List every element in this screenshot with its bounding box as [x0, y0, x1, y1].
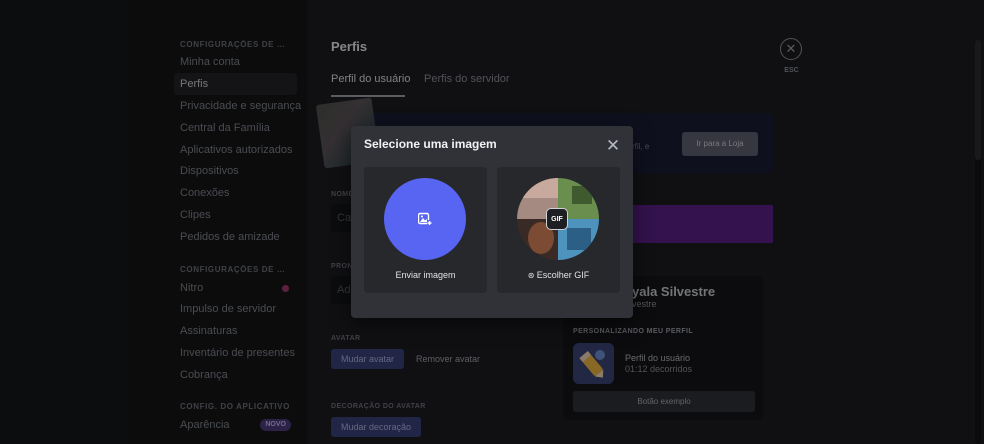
gif-preview-collage: GIF — [517, 178, 599, 260]
choose-gif-option[interactable]: GIF ⊛ Escolher GIF — [497, 167, 620, 293]
close-icon: ✕ — [605, 136, 621, 155]
gif-search-icon: ⊛ — [527, 271, 537, 280]
upload-image-label: Enviar imagem — [395, 270, 456, 280]
upload-image-circle — [384, 178, 466, 260]
modal-title: Selecione uma imagem — [364, 137, 497, 151]
choose-gif-text: Escolher GIF — [536, 270, 590, 280]
select-image-modal: Selecione uma imagem ✕ Enviar imagem GIF… — [351, 126, 633, 318]
image-plus-icon — [418, 212, 432, 226]
upload-image-option[interactable]: Enviar imagem — [364, 167, 487, 293]
modal-close-button[interactable]: ✕ — [605, 136, 621, 155]
choose-gif-label: ⊛ Escolher GIF — [497, 270, 620, 280]
gif-icon: GIF — [546, 208, 568, 230]
